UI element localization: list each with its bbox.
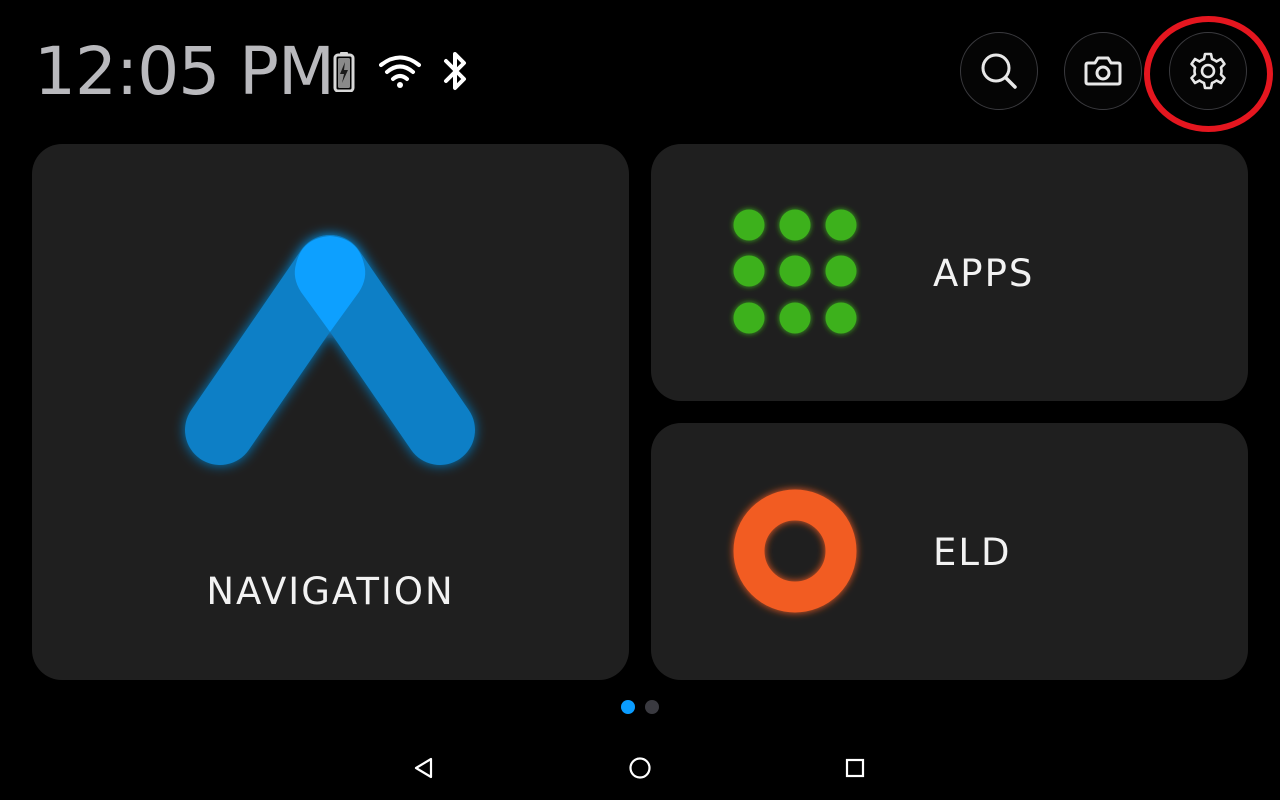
wifi-icon xyxy=(379,54,421,88)
navigation-tile[interactable]: NAVIGATION xyxy=(32,144,629,680)
eld-label: ELD xyxy=(933,531,1012,574)
settings-button[interactable] xyxy=(1169,32,1247,110)
navigation-arrow-icon xyxy=(182,234,482,474)
apps-label: APPS xyxy=(933,252,1035,295)
eld-tile[interactable]: ELD xyxy=(651,423,1248,680)
gear-icon xyxy=(1190,52,1226,90)
search-icon xyxy=(981,53,1017,89)
apps-grid-icon xyxy=(733,209,859,335)
camera-button[interactable] xyxy=(1064,32,1142,110)
back-button[interactable] xyxy=(404,748,444,788)
home-circle-icon xyxy=(629,757,651,779)
back-triangle-icon xyxy=(414,757,433,779)
page-indicator xyxy=(0,700,1280,716)
battery-charging-icon xyxy=(333,52,355,92)
page-dot-2[interactable] xyxy=(645,700,659,714)
apps-tile[interactable]: APPS xyxy=(651,144,1248,401)
recents-button[interactable] xyxy=(835,748,875,788)
bluetooth-icon xyxy=(442,50,470,92)
recents-square-icon xyxy=(845,758,865,778)
home-screen: 12:05 PM NAVIGATION APPS ELD xyxy=(0,0,1280,800)
home-button[interactable] xyxy=(620,748,660,788)
page-dot-1[interactable] xyxy=(621,700,635,714)
eld-ring-icon xyxy=(733,489,859,615)
navigation-label: NAVIGATION xyxy=(206,570,455,613)
search-button[interactable] xyxy=(960,32,1038,110)
status-clock: 12:05 PM xyxy=(34,33,335,110)
camera-icon xyxy=(1084,56,1122,86)
